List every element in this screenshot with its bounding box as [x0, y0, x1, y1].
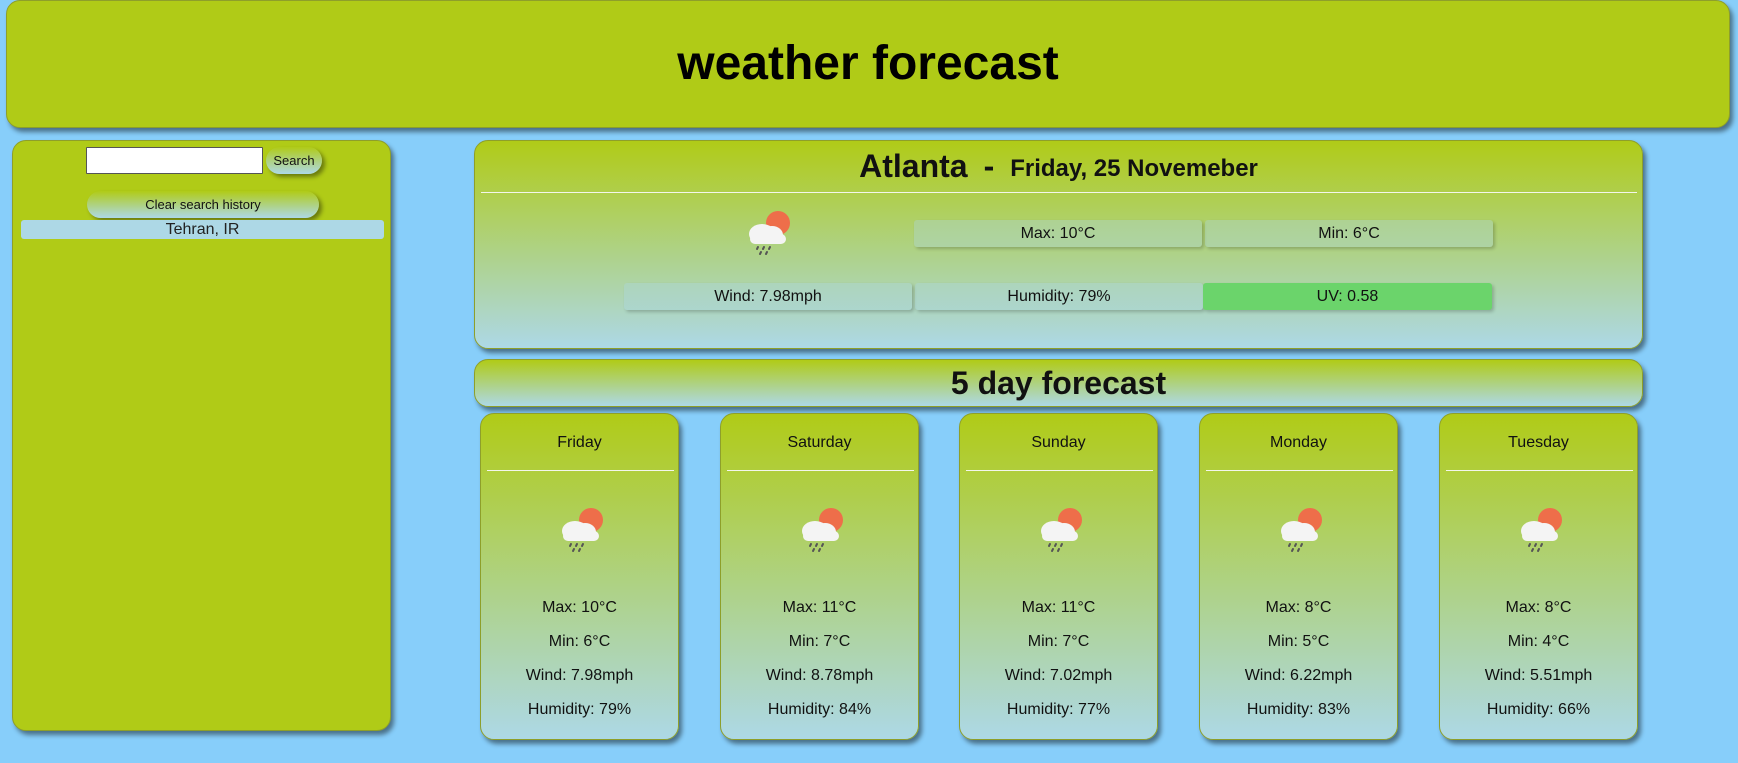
forecast-min-temp: Min: 7°C [1027, 633, 1090, 650]
forecast-wind: Wind: 5.51mph [1484, 667, 1593, 684]
forecast-max-temp: Max: 10°C [542, 599, 617, 616]
city-name: Atlanta [859, 147, 968, 184]
forecast-day-name: Tuesday [1508, 434, 1569, 451]
forecast-humidity: Humidity: 77% [1006, 701, 1111, 718]
uv-index-badge: UV: 0.58 [1203, 283, 1492, 310]
forecast-heading: 5 day forecast [474, 359, 1643, 407]
rain-cloud-sun-icon [1521, 508, 1562, 552]
forecast-card: Friday Max: 10°C Min: 6°C Wind: 7.98mph … [480, 413, 679, 740]
forecast-card: Sunday Max: 11°C Min: 7°C Wind: 7.02mph … [959, 413, 1158, 740]
forecast-wind: Wind: 6.22mph [1244, 667, 1353, 684]
forecast-min-temp: Min: 4°C [1507, 633, 1570, 650]
forecast-day-name: Monday [1270, 434, 1327, 451]
forecast-wind: Wind: 8.78mph [765, 667, 874, 684]
forecast-day-name: Friday [557, 434, 602, 451]
current-date: Friday, 25 Novemeber [1010, 155, 1258, 182]
forecast-wind: Wind: 7.98mph [525, 667, 634, 684]
current-weather-heading: Atlanta - Friday, 25 Novemeber [475, 141, 1642, 191]
divider [487, 470, 674, 471]
forecast-min-temp: Min: 7°C [788, 633, 851, 650]
forecast-min-temp: Min: 5°C [1267, 633, 1330, 650]
current-weather-panel: Atlanta - Friday, 25 Novemeber Max: 10°C… [474, 140, 1643, 349]
divider [1206, 470, 1393, 471]
divider [966, 470, 1153, 471]
forecast-max-temp: Max: 8°C [1505, 599, 1572, 616]
forecast-card: Tuesday Max: 8°C Min: 4°C Wind: 5.51mph … [1439, 413, 1638, 740]
forecast-max-temp: Max: 11°C [782, 599, 857, 616]
divider [1446, 470, 1633, 471]
forecast-day-name: Saturday [787, 434, 852, 451]
app-header: weather forecast [6, 0, 1730, 128]
divider [727, 470, 914, 471]
forecast-min-temp: Min: 6°C [548, 633, 611, 650]
rain-cloud-sun-icon [749, 211, 790, 255]
forecast-humidity: Humidity: 84% [767, 701, 872, 718]
rain-cloud-sun-icon [802, 508, 843, 552]
forecast-card: Monday Max: 8°C Min: 5°C Wind: 6.22mph H… [1199, 413, 1398, 740]
forecast-humidity: Humidity: 79% [527, 701, 632, 718]
current-wind: Wind: 7.98mph [624, 283, 912, 310]
title-separator: - [983, 147, 995, 184]
search-button[interactable]: Search [266, 147, 322, 174]
app-title: weather forecast [677, 36, 1059, 90]
history-item[interactable]: Tehran, IR [21, 220, 384, 239]
forecast-card: Saturday Max: 11°C Min: 7°C Wind: 8.78mp… [720, 413, 919, 740]
forecast-humidity: Humidity: 83% [1246, 701, 1351, 718]
search-input[interactable] [86, 147, 263, 174]
clear-history-button[interactable]: Clear search history [87, 191, 319, 218]
current-max-temp: Max: 10°C [914, 220, 1202, 247]
forecast-wind: Wind: 7.02mph [1004, 667, 1113, 684]
divider [481, 192, 1637, 193]
sidebar: Search Clear search history Tehran, IR [12, 140, 391, 731]
rain-cloud-sun-icon [562, 508, 603, 552]
forecast-humidity: Humidity: 66% [1486, 701, 1591, 718]
current-humidity: Humidity: 79% [915, 283, 1203, 310]
forecast-day-name: Sunday [1031, 434, 1086, 451]
rain-cloud-sun-icon [1281, 508, 1322, 552]
forecast-max-temp: Max: 11°C [1021, 599, 1096, 616]
rain-cloud-sun-icon [1041, 508, 1082, 552]
current-min-temp: Min: 6°C [1205, 220, 1493, 247]
forecast-max-temp: Max: 8°C [1265, 599, 1332, 616]
